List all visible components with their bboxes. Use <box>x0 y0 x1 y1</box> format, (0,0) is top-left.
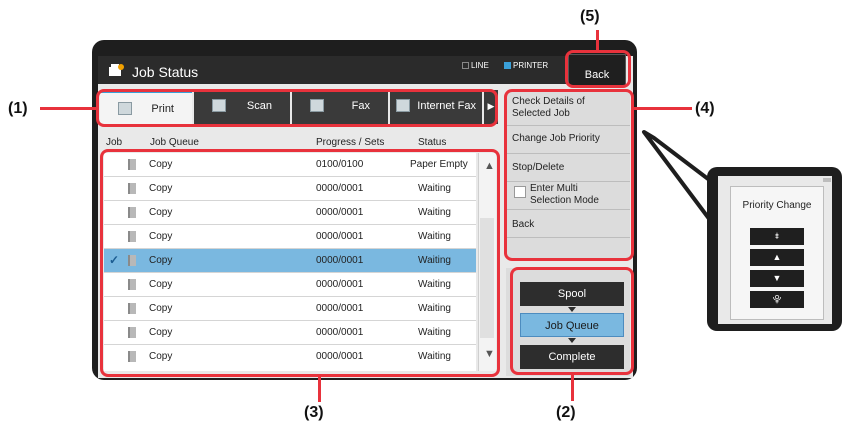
leader-line <box>318 377 321 402</box>
column-header-queue: Job Queue <box>150 137 199 148</box>
column-header-status: Status <box>418 137 447 148</box>
arrow-up-icon: ▲ <box>772 252 782 262</box>
printer-label: PRINTER <box>513 61 549 70</box>
leader-line <box>571 375 574 401</box>
move-to-top-icon: ⯒ <box>775 231 779 241</box>
printer-indicator: PRINTER <box>504 61 548 70</box>
move-to-bottom-button[interactable]: ⯓ <box>750 291 804 308</box>
leader-line <box>40 107 97 110</box>
arrow-down-icon: ▼ <box>772 273 782 283</box>
callout-4: (4) <box>695 100 715 117</box>
leader-line <box>596 30 599 52</box>
move-down-button[interactable]: ▼ <box>750 270 804 287</box>
page-title: Job Status <box>132 64 199 80</box>
callout-1: (1) <box>8 100 28 117</box>
callout-5: (5) <box>580 8 600 25</box>
column-header-progress: Progress / Sets <box>316 137 385 148</box>
line-indicator: LINE <box>462 61 489 70</box>
highlight-job-list <box>100 149 500 377</box>
line-label: LINE <box>471 61 489 70</box>
callout-3: (3) <box>304 404 324 421</box>
move-up-button[interactable]: ▲ <box>750 249 804 266</box>
popup-tab-marker <box>823 178 831 182</box>
move-to-top-button[interactable]: ⯒ <box>750 228 804 245</box>
highlight-menu <box>504 89 634 261</box>
leader-line <box>634 107 692 110</box>
priority-change-title: Priority Change <box>742 200 812 211</box>
highlight-back <box>565 50 631 88</box>
highlight-modes <box>510 267 634 375</box>
job-status-icon <box>109 64 124 76</box>
highlight-tabs <box>96 89 498 127</box>
column-header-job: Job <box>106 137 123 148</box>
callout-2: (2) <box>556 404 576 421</box>
move-to-bottom-icon: ⯓ <box>772 294 782 304</box>
printer-status-icon <box>504 62 511 69</box>
line-status-icon <box>462 62 469 69</box>
